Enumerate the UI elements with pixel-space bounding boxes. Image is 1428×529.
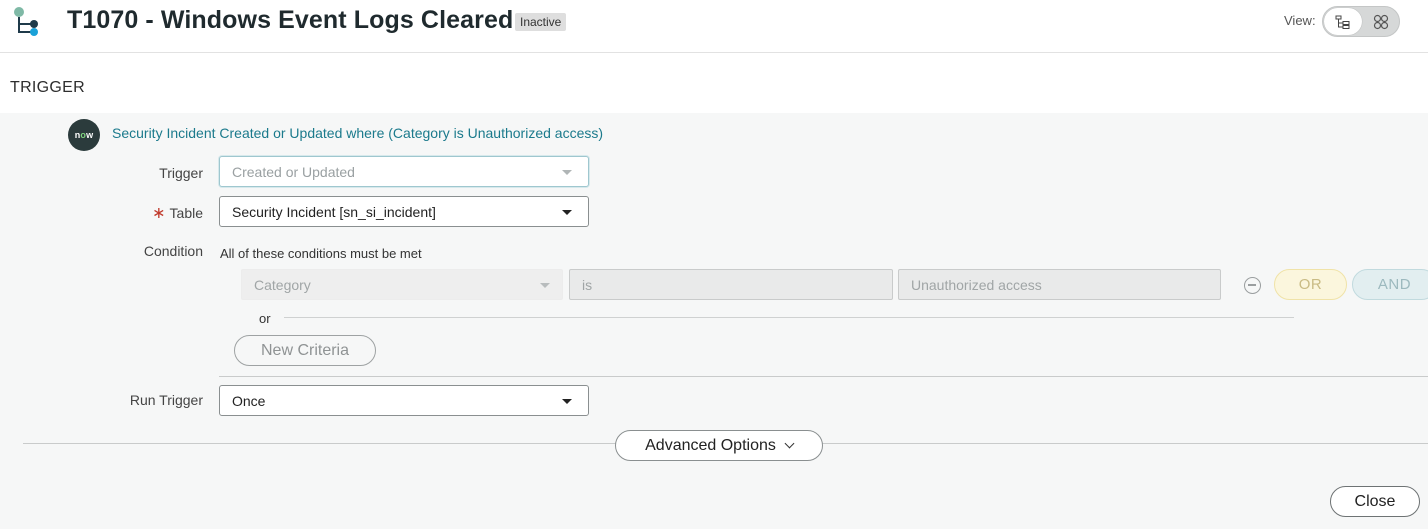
trigger-select[interactable]: Created or Updated [219, 156, 589, 187]
condition-value-text: Unauthorized access [911, 277, 1042, 293]
condition-operator-value: is [582, 277, 593, 293]
status-badge: Inactive [515, 13, 567, 31]
run-trigger-value: Once [232, 393, 266, 409]
or-button[interactable]: OR [1274, 269, 1347, 300]
remove-condition-icon[interactable] [1244, 277, 1261, 294]
header-bar: T1070 - Windows Event Logs Cleared Inact… [0, 0, 1428, 53]
chevron-down-icon [562, 210, 572, 215]
table-select[interactable]: Security Incident [sn_si_incident] [219, 196, 589, 227]
table-select-value: Security Incident [sn_si_incident] [232, 204, 436, 220]
table-label-text: Table [169, 205, 203, 221]
view-toggle[interactable] [1322, 6, 1400, 37]
chevron-down-icon [562, 399, 572, 404]
advanced-options-label: Advanced Options [645, 436, 776, 454]
condition-field-value: Category [254, 277, 311, 293]
chevron-down-icon [784, 438, 795, 449]
flow-designer-logo-icon [14, 7, 38, 36]
trigger-select-value: Created or Updated [232, 164, 355, 180]
advanced-options-button[interactable]: Advanced Options [615, 430, 823, 461]
new-criteria-button[interactable]: New Criteria [234, 335, 376, 366]
table-label: ∗ Table [120, 203, 203, 223]
section-title: TRIGGER [10, 79, 85, 96]
now-icon-letter-w: w [86, 130, 94, 140]
condition-operator-input[interactable]: is [569, 269, 893, 300]
run-trigger-select[interactable]: Once [219, 385, 589, 416]
run-trigger-label: Run Trigger [129, 392, 203, 408]
condition-field-select[interactable]: Category [241, 269, 563, 300]
condition-value-input[interactable]: Unauthorized access [898, 269, 1221, 300]
page-title: T1070 - Windows Event Logs Cleared [67, 6, 514, 34]
chevron-down-icon [562, 170, 572, 175]
close-button[interactable]: Close [1330, 486, 1420, 517]
and-button[interactable]: AND [1352, 269, 1428, 300]
trigger-panel [0, 113, 1428, 529]
or-separator-label: or [259, 311, 271, 326]
grid-view-icon[interactable] [1373, 14, 1389, 30]
tree-view-icon[interactable] [1335, 14, 1351, 30]
condition-hint: All of these conditions must be met [220, 246, 422, 261]
chevron-down-icon [540, 283, 550, 288]
or-separator-line [284, 317, 1294, 318]
trigger-summary[interactable]: Security Incident Created or Updated whe… [112, 125, 603, 141]
divider [219, 376, 1428, 377]
now-platform-icon: now [68, 119, 100, 151]
condition-label: Condition [143, 243, 203, 259]
required-icon: ∗ [152, 205, 166, 222]
view-label: View: [1284, 13, 1316, 28]
trigger-label: Trigger [159, 165, 203, 181]
